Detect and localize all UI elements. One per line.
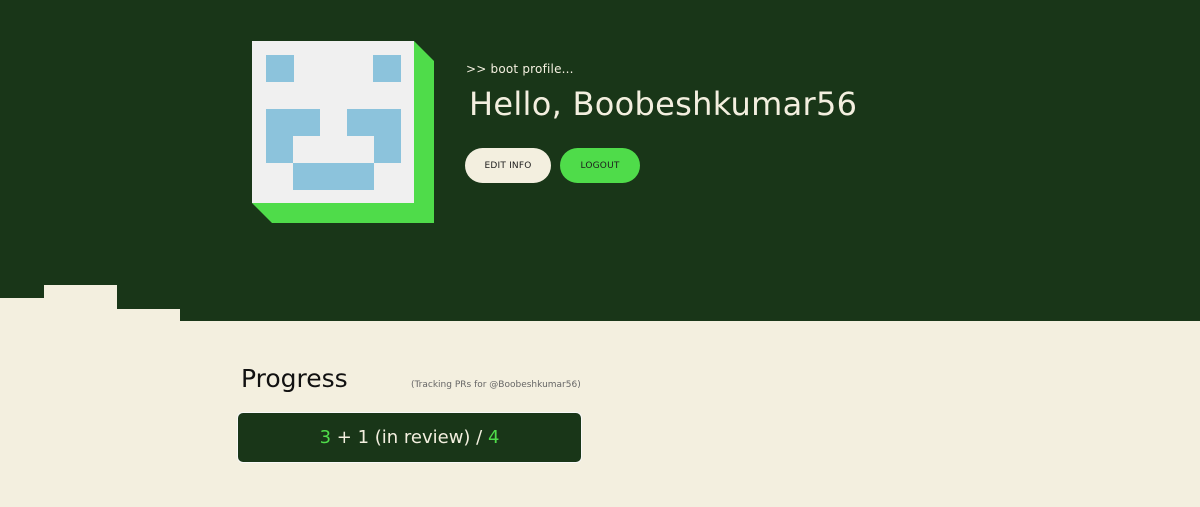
pixel-step-decoration (117, 309, 180, 321)
progress-title: Progress (241, 364, 348, 393)
boot-text: >> boot profile... (466, 62, 574, 76)
pixel-smiley-avatar-icon (252, 41, 434, 223)
avatar (252, 41, 434, 223)
progress-separator: + (331, 427, 358, 448)
in-review-text: 1 (in review) / (357, 427, 488, 448)
pixel-step-decoration (44, 285, 117, 321)
progress-summary: 3 + 1 (in review) / 4 (237, 412, 582, 463)
merged-count: 3 (319, 427, 332, 448)
edit-info-button[interactable]: EDIT INFO (465, 148, 551, 183)
total-count: 4 (487, 427, 500, 448)
pixel-step-decoration (0, 298, 44, 321)
tracking-caption: (Tracking PRs for @Boobeshkumar56) (411, 380, 581, 390)
greeting-heading: Hello, Boobeshkumar56 (469, 85, 858, 123)
logout-button[interactable]: LOGOUT (560, 148, 640, 183)
